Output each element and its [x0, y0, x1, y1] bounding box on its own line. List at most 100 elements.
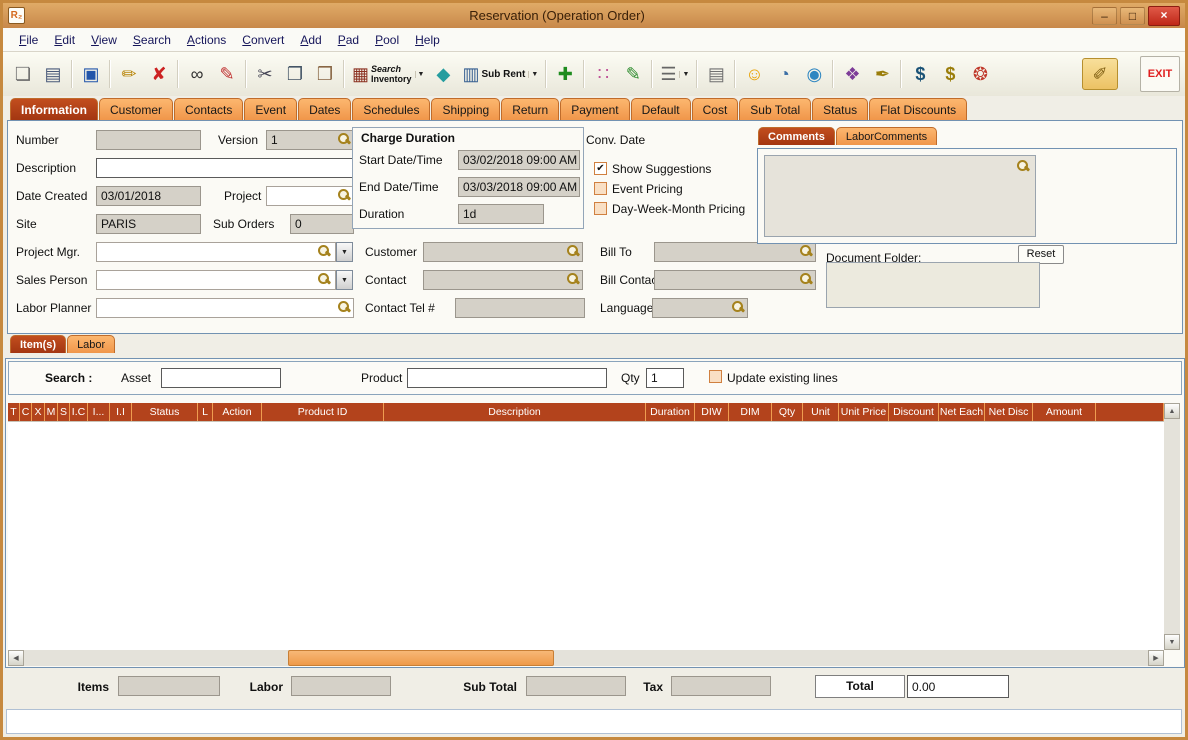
site-field[interactable]: PARIS [96, 214, 201, 234]
col-idots[interactable]: I... [88, 403, 110, 421]
shapes-button[interactable]: ◆ [428, 57, 458, 91]
number-field[interactable] [96, 130, 201, 150]
wand-button[interactable]: ✐ [1082, 58, 1118, 90]
tab-customer[interactable]: Customer [99, 98, 174, 120]
project-mgr-search-magnifier-icon[interactable] [317, 244, 332, 259]
chevron-down-icon[interactable]: ▼ [414, 70, 424, 78]
description-field[interactable] [96, 158, 364, 178]
tab-items[interactable]: Item(s) [10, 335, 67, 353]
version-search-magnifier-icon[interactable] [337, 132, 352, 147]
col-qty[interactable]: Qty [772, 403, 803, 421]
end-datetime-field[interactable]: 03/03/2018 09:00 AM [458, 177, 580, 197]
col-l[interactable]: L [198, 403, 213, 421]
contact-search-magnifier-icon[interactable] [566, 272, 581, 287]
tab-event[interactable]: Event [244, 98, 298, 120]
product-search-input[interactable] [407, 368, 607, 388]
sub-orders-field[interactable]: 0 [290, 214, 354, 234]
print-button[interactable]: ▤ [38, 57, 68, 91]
menu-help[interactable]: Help [407, 30, 448, 50]
project-mgr-field[interactable] [96, 242, 336, 262]
tab-comments[interactable]: Comments [758, 127, 835, 145]
scroll-right-button[interactable]: ▶ [1148, 650, 1164, 666]
tab-sub-total[interactable]: Sub Total [739, 98, 812, 120]
sub-rent-button[interactable]: ▥ Sub Rent ▼ [458, 57, 542, 91]
start-datetime-field[interactable]: 03/02/2018 09:00 AM [458, 150, 580, 170]
asset-search-input[interactable] [161, 368, 281, 388]
delete-button[interactable]: ✘ [144, 57, 174, 91]
search-inventory-button[interactable]: ▦ Search Inventory ▼ [348, 57, 428, 91]
col-ic[interactable]: I.C [70, 403, 88, 421]
col-amount[interactable]: Amount [1033, 403, 1096, 421]
spheres-button[interactable]: ∷ [588, 57, 618, 91]
customer-field[interactable] [423, 242, 583, 262]
tab-schedules[interactable]: Schedules [352, 98, 431, 120]
vertical-scrollbar[interactable] [1164, 403, 1180, 650]
col-unit-price[interactable]: Unit Price [839, 403, 889, 421]
duration-field[interactable]: 1d [458, 204, 544, 224]
bill-contact-search-magnifier-icon[interactable] [799, 272, 814, 287]
tab-shipping[interactable]: Shipping [431, 98, 501, 120]
scroll-down-button[interactable]: ▼ [1164, 634, 1180, 650]
tab-status[interactable]: Status [812, 98, 869, 120]
tab-return[interactable]: Return [501, 98, 560, 120]
minimize-button[interactable]: – [1092, 6, 1117, 25]
update-existing-lines-checkbox[interactable] [709, 370, 722, 383]
tab-contacts[interactable]: Contacts [174, 98, 244, 120]
save-button[interactable]: ▣ [76, 57, 106, 91]
find-button[interactable]: ∞ [182, 57, 212, 91]
contact-tel-field[interactable] [455, 298, 585, 318]
menu-convert[interactable]: Convert [234, 30, 292, 50]
contact-field[interactable] [423, 270, 583, 290]
dollar-list-button[interactable]: $ [935, 57, 965, 91]
edit-button[interactable]: ✏ [114, 57, 144, 91]
customer-search-magnifier-icon[interactable] [566, 244, 581, 259]
copy-button[interactable]: ❐ [280, 57, 310, 91]
bill-to-field[interactable] [654, 242, 816, 262]
col-ii[interactable]: I.I [110, 403, 132, 421]
smiley-button[interactable]: ☺ [739, 57, 769, 91]
maximize-button[interactable]: □ [1120, 6, 1145, 25]
menu-edit[interactable]: Edit [46, 30, 83, 50]
comments-textarea[interactable] [764, 155, 1036, 237]
document-folder-textarea[interactable] [826, 262, 1040, 308]
paste-button[interactable]: ❒ [310, 57, 340, 91]
close-button[interactable]: × [1148, 5, 1180, 26]
horizontal-scrollbar[interactable] [8, 650, 1164, 666]
sales-person-search-magnifier-icon[interactable] [317, 272, 332, 287]
people-gears-button[interactable]: ❂ [965, 57, 995, 91]
scroll-up-button[interactable]: ▲ [1164, 403, 1180, 419]
menu-add[interactable]: Add [292, 30, 329, 50]
add-line-button[interactable]: ✚ [550, 57, 580, 91]
show-suggestions-checkbox[interactable]: ✔ [594, 162, 607, 175]
col-status[interactable]: Status [132, 403, 198, 421]
tab-payment[interactable]: Payment [560, 98, 630, 120]
horizontal-scroll-thumb[interactable] [288, 650, 554, 666]
clock-button[interactable]: ◔ [769, 57, 799, 91]
chevron-down-icon[interactable]: ▼ [679, 70, 689, 78]
project-search-magnifier-icon[interactable] [337, 188, 352, 203]
col-x[interactable]: X [32, 403, 45, 421]
note-edit-button[interactable]: ✎ [618, 57, 648, 91]
col-description[interactable]: Description [384, 403, 646, 421]
note-sign-button[interactable]: ✒ [867, 57, 897, 91]
labor-planner-field[interactable] [96, 298, 354, 318]
tab-dates[interactable]: Dates [298, 98, 352, 120]
grid-body[interactable] [8, 421, 1164, 650]
col-diw[interactable]: DIW [695, 403, 729, 421]
menu-pool[interactable]: Pool [367, 30, 407, 50]
bill-to-search-magnifier-icon[interactable] [799, 244, 814, 259]
col-t[interactable]: T [8, 403, 20, 421]
bill-contact-field[interactable] [654, 270, 816, 290]
col-action[interactable]: Action [213, 403, 262, 421]
tab-information[interactable]: Information [10, 98, 98, 120]
col-unit[interactable]: Unit [803, 403, 839, 421]
col-s[interactable]: S [58, 403, 70, 421]
tab-labor-comments[interactable]: LaborComments [835, 127, 938, 145]
menu-file[interactable]: File [11, 30, 46, 50]
find-edit-button[interactable]: ✎ [212, 57, 242, 91]
col-c[interactable]: C [20, 403, 32, 421]
project-mgr-dropdown-button[interactable]: ▼ [336, 242, 353, 262]
new-document-button[interactable]: ❏ [8, 57, 38, 91]
language-search-magnifier-icon[interactable] [731, 300, 746, 315]
comments-search-magnifier-icon[interactable] [1016, 159, 1031, 174]
